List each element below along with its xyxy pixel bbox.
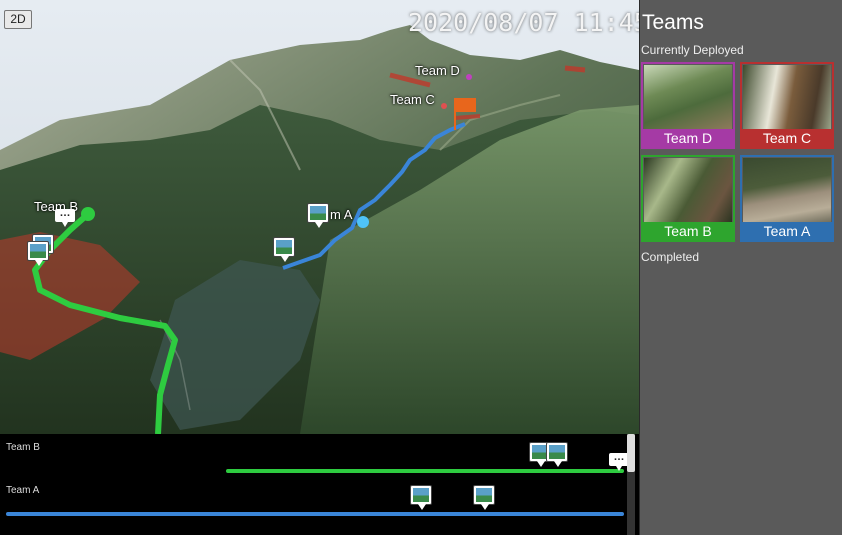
timeline-panel[interactable]: Team B … Team A (0, 434, 639, 535)
team-card-c[interactable]: Team C (740, 62, 834, 149)
2d-toggle-button[interactable]: 2D (4, 10, 32, 29)
team-card-d[interactable]: Team D (641, 62, 735, 149)
photo-marker-icon[interactable] (307, 203, 329, 228)
teams-panel: Teams Currently Deployed Team D Team C T… (639, 0, 842, 535)
team-card-label: Team A (742, 222, 832, 240)
team-d-camera-thumbnail (644, 65, 732, 130)
timeline-bar-team-a[interactable] (6, 512, 624, 516)
team-c-map-label: Team C (390, 92, 435, 107)
team-a-map-label: m A (330, 207, 353, 222)
team-d-position (466, 74, 472, 80)
team-card-b[interactable]: Team B (641, 155, 735, 242)
team-c-camera-thumbnail (743, 65, 831, 130)
timeline-photo-icon[interactable] (546, 442, 568, 467)
section-completed: Completed (641, 250, 700, 264)
panel-title: Teams (642, 11, 704, 34)
timeline-scrollbar-thumb[interactable] (627, 434, 635, 472)
section-currently-deployed: Currently Deployed (641, 43, 744, 57)
team-c-position (441, 103, 447, 109)
team-a-camera-thumbnail (743, 158, 831, 223)
timeline-row-label-team-a: Team A (6, 485, 40, 496)
team-card-label: Team C (742, 129, 832, 147)
team-a-position (357, 216, 369, 228)
team-b-camera-thumbnail (644, 158, 732, 223)
photo-marker-icon[interactable] (27, 241, 49, 266)
timestamp-display: 2020/08/07 11:45:35 (408, 8, 639, 37)
timeline-photo-icon[interactable] (410, 485, 432, 510)
message-marker-icon[interactable]: … (55, 208, 75, 227)
timeline-message-icon[interactable]: … (609, 452, 629, 471)
timeline-photo-icon[interactable] (473, 485, 495, 510)
photo-marker-icon[interactable] (273, 237, 295, 262)
team-card-a[interactable]: Team A (740, 155, 834, 242)
team-b-position (81, 207, 95, 221)
timeline-row-label-team-b: Team B (6, 442, 40, 453)
timeline-bar-team-b[interactable] (226, 469, 624, 473)
team-card-label: Team D (643, 129, 733, 147)
team-card-label: Team B (643, 222, 733, 240)
team-d-map-label: Team D (415, 63, 460, 78)
map-3d-view[interactable]: 2D 2020/08/07 11:45:35 Team D Team C Tea… (0, 0, 639, 434)
